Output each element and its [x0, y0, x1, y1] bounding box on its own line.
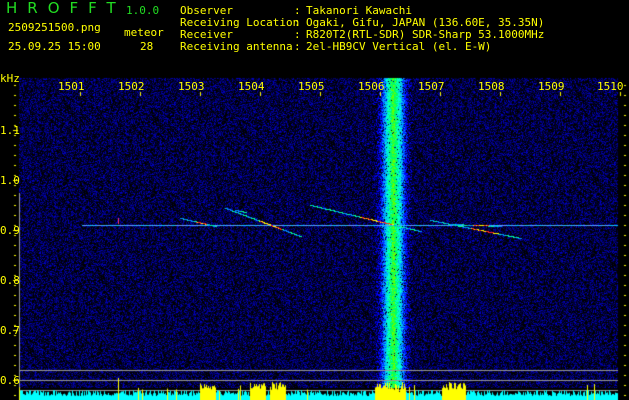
info-label: Receiving antenna: [180, 40, 293, 53]
freq-tick-label: 1503: [178, 80, 205, 93]
info-value: 2el-HB9CV Vertical (el. E-W): [306, 40, 492, 53]
meteor-count: 28: [140, 40, 154, 53]
file-name: 2509251500.png: [8, 21, 101, 34]
app-title: HROFFT: [6, 0, 126, 17]
freq-tick-label: 1501: [58, 80, 85, 93]
spectrogram: [0, 70, 629, 400]
axis-unit: kHz: [0, 72, 20, 85]
khz-tick-label: 0.6: [0, 374, 20, 387]
app-version: 1.0.0: [126, 4, 160, 17]
meteor-label: meteor: [124, 26, 164, 39]
khz-tick-label: 1.1: [0, 124, 20, 137]
freq-tick-label: 1509: [538, 80, 565, 93]
freq-tick-label: 1508: [478, 80, 505, 93]
freq-tick-label: 1506: [358, 80, 385, 93]
khz-tick-label: 1.0: [0, 174, 20, 187]
khz-tick-label: 0.8: [0, 274, 20, 287]
datetime: 25.09.25 15:00: [8, 40, 101, 53]
freq-tick-label: 1502: [118, 80, 145, 93]
freq-tick-label: 1507: [418, 80, 445, 93]
info-sep: :: [294, 40, 301, 53]
freq-tick-label: 1510: [597, 80, 624, 93]
freq-tick-label: 1505: [298, 80, 325, 93]
khz-tick-label: 0.9: [0, 224, 20, 237]
khz-tick-label: 0.7: [0, 324, 20, 337]
freq-tick-label: 1504: [238, 80, 265, 93]
